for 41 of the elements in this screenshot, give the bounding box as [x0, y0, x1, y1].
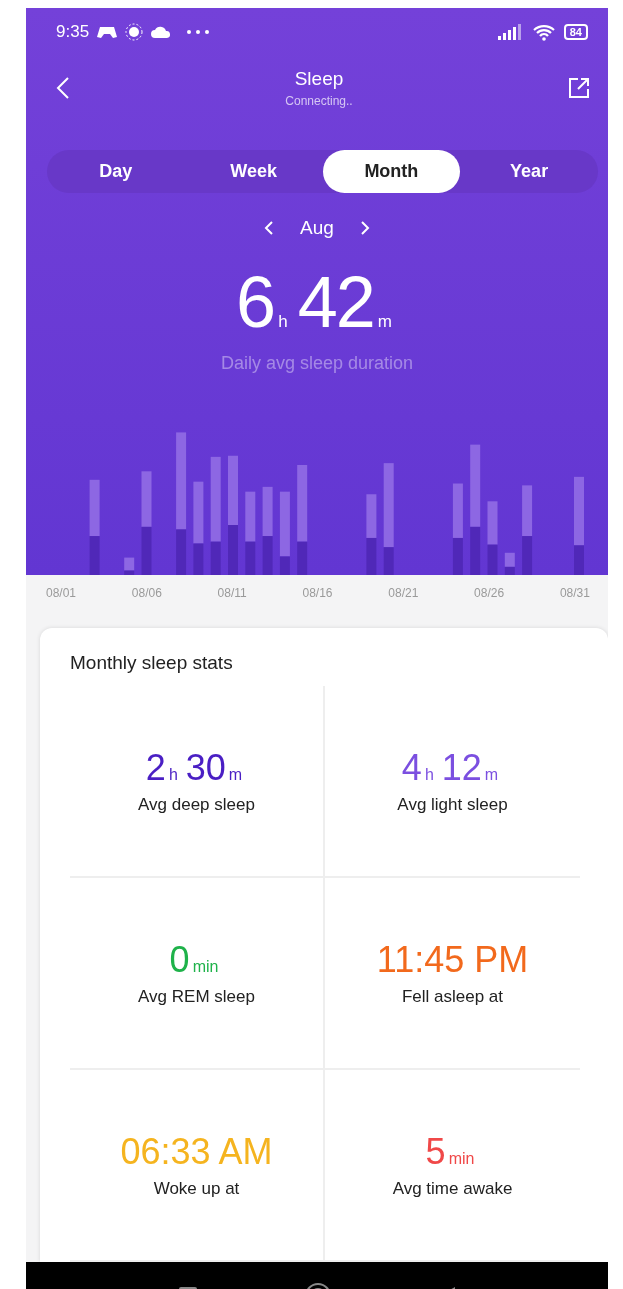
stat-value: 2 h 30 m	[145, 747, 244, 789]
stat-label: Avg light sleep	[397, 795, 508, 815]
axis-date-label: 08/11	[217, 585, 247, 600]
stat-value: 4 h 12 m	[401, 747, 500, 789]
axis-date-label: 08/16	[302, 585, 333, 600]
status-time: 9:35	[56, 22, 90, 42]
wifi-icon	[531, 23, 556, 41]
game-controller-icon	[97, 25, 118, 39]
axis-date-label: 08/21	[388, 585, 419, 600]
stat-label: Avg REM sleep	[138, 987, 255, 1007]
stat-label: Avg time awake	[392, 1179, 513, 1199]
stat-label: Woke up at	[153, 1179, 240, 1199]
stat-value: 0 min	[169, 939, 220, 981]
cloud-icon	[151, 26, 172, 38]
period-tab[interactable]: Week	[184, 150, 323, 193]
axis-date-label: 08/01	[46, 585, 77, 600]
more-icon	[187, 30, 210, 34]
axis-date-label: 08/26	[474, 585, 505, 600]
stat-label: Fell asleep at	[401, 987, 504, 1007]
period-tab[interactable]: Month	[322, 150, 461, 193]
stat-value: 06:33 AM	[120, 1131, 273, 1173]
duration-caption: Daily avg sleep duration	[219, 353, 415, 374]
axis-date-label: 08/06	[131, 585, 162, 600]
next-icon[interactable]	[359, 220, 370, 236]
stat-value: 5 min	[425, 1131, 476, 1173]
share-icon[interactable]	[568, 77, 590, 99]
period-tab[interactable]: Day	[47, 150, 185, 193]
previous-icon[interactable]	[264, 220, 275, 236]
battery-indicator: 84	[563, 24, 588, 40]
month-label: Aug	[300, 217, 334, 239]
card-title: Monthly sleep stats	[70, 652, 234, 674]
period-tab[interactable]: Year	[460, 150, 598, 193]
signal-icon	[497, 24, 524, 40]
stat-value: 11:45 PM	[376, 939, 529, 981]
stat-label: Avg deep sleep	[138, 795, 255, 815]
page-title: Sleep	[294, 68, 344, 90]
sun-icon	[125, 23, 144, 41]
axis-date-label: 08/31	[559, 585, 590, 600]
avg-sleep-duration: 6 h 42 m	[235, 261, 392, 343]
connection-status: Connecting..	[285, 94, 353, 108]
back-icon[interactable]	[56, 76, 70, 100]
